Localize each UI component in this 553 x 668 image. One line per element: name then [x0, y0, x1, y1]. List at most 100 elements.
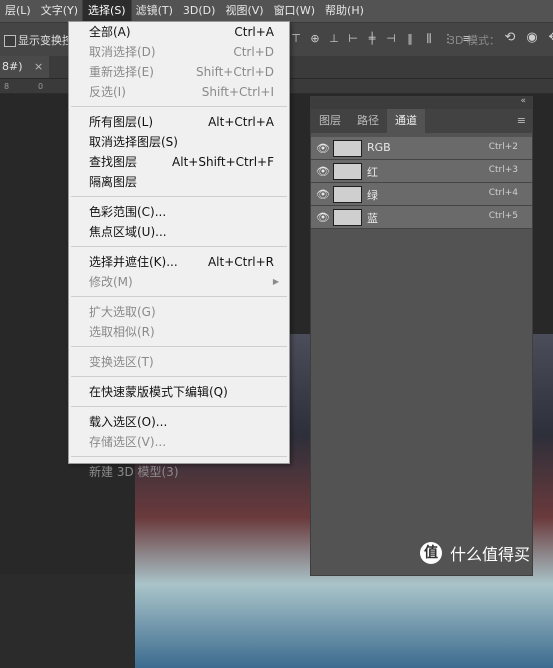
select-menu-item[interactable]: 反选(I) Shift+Ctrl+I — [69, 82, 289, 102]
select-menu-item[interactable]: 重新选择(E) Shift+Ctrl+D — [69, 62, 289, 82]
select-menu-item[interactable]: 色彩范围(C)... — [69, 202, 289, 222]
distribute-icon[interactable]: ‖ — [404, 31, 416, 47]
menu-item[interactable]: 3D(D) — [178, 0, 221, 22]
menu-item[interactable]: 文字(Y) — [36, 0, 83, 22]
mode-3d-label: 3D 模式： — [448, 34, 500, 47]
channel-row[interactable]: 👁 绿 Ctrl+4 — [311, 183, 532, 206]
panel-header-strip: « — [311, 96, 532, 109]
shortcut-label: Shift+Ctrl+D — [196, 65, 274, 79]
menu-item[interactable]: 滤镜(T) — [131, 0, 178, 22]
panel-tabs: 图层 路径 通道 ≡ — [311, 109, 532, 133]
select-menu-item[interactable]: 扩大选取(G) — [69, 302, 289, 322]
select-menu-item-label: 选取相似(R) — [89, 325, 155, 339]
select-menu-item[interactable]: 取消选择图层(S) — [69, 132, 289, 152]
align-bottom-icon[interactable]: ⊥ — [328, 31, 340, 47]
menu-item[interactable]: 窗口(W) — [269, 0, 320, 22]
channels-panel: « 图层 路径 通道 ≡ 👁 RGB Ctrl+2 👁 红 Ctrl+3 👁 绿 Ctrl+4 👁 蓝 Ct… — [310, 96, 533, 576]
panel-tab[interactable]: 路径 — [349, 109, 387, 133]
channel-list: 👁 RGB Ctrl+2 👁 红 Ctrl+3 👁 绿 Ctrl+4 👁 蓝 Ctrl+5 — [311, 137, 532, 229]
drag-3d-icon[interactable]: ✥ — [547, 30, 553, 46]
select-menu-item[interactable]: 载入选区(O)... — [69, 412, 289, 432]
channel-row[interactable]: 👁 红 Ctrl+3 — [311, 160, 532, 183]
align-buttons: ⊤ ⊕ ⊥ ⊢ ╪ ⊣ ‖ ⫼ ⋮ ≡ — [290, 31, 473, 47]
select-menu-item-label: 隔离图层 — [89, 175, 138, 189]
panel-tab[interactable]: 通道 — [387, 109, 425, 133]
align-hcenter-icon[interactable]: ╪ — [366, 31, 378, 47]
channel-name: 蓝 — [367, 212, 378, 225]
document-tab-label: 8#) — [2, 60, 23, 73]
menu-item[interactable]: 帮助(H) — [320, 0, 369, 22]
align-top-icon[interactable]: ⊤ — [290, 31, 302, 47]
watermark-badge: 值 — [420, 542, 442, 564]
select-menu-item-label: 重新选择(E) — [89, 65, 154, 79]
channel-shortcut: Ctrl+4 — [488, 188, 518, 198]
select-menu-item[interactable]: 在快速蒙版模式下编辑(Q) — [69, 382, 289, 402]
select-menu-item-label: 取消选择图层(S) — [89, 135, 178, 149]
channel-name: RGB — [367, 141, 391, 154]
shortcut-label: Ctrl+D — [233, 45, 274, 59]
menu-separator — [71, 196, 287, 197]
roll-3d-icon[interactable]: ◉ — [525, 30, 539, 46]
menu-separator — [71, 296, 287, 297]
channel-thumbnail — [333, 163, 362, 180]
panel-tab[interactable]: 图层 — [311, 109, 349, 133]
select-menu-item[interactable]: 隔离图层 — [69, 172, 289, 192]
channel-shortcut: Ctrl+2 — [488, 142, 518, 152]
select-menu-item[interactable]: 存储选区(V)... — [69, 432, 289, 452]
show-transform-checkbox[interactable] — [4, 35, 16, 47]
select-menu-item[interactable]: 修改(M) ▶ — [69, 272, 289, 292]
rotate-3d-icon[interactable]: ⟲ — [503, 30, 517, 46]
menu-bar: 层(L) 文字(Y) 选择(S) 滤镜(T) 3D(D) 视图(V) 窗口(W) 帮助(H) — [0, 0, 553, 23]
eye-icon[interactable]: 👁 — [316, 142, 330, 155]
select-menu-dropdown: 全部(A) Ctrl+A 取消选择(D) Ctrl+D 重新选择(E) Shift+Ctr… — [68, 21, 290, 479]
channel-name: 绿 — [367, 189, 378, 202]
select-menu-item-label: 扩大选取(G) — [89, 305, 156, 319]
menu-item[interactable]: 视图(V) — [220, 0, 268, 22]
channel-row[interactable]: 👁 蓝 Ctrl+5 — [311, 206, 532, 229]
select-menu-item[interactable]: 取消选择(D) Ctrl+D — [69, 42, 289, 62]
channel-row[interactable]: 👁 RGB Ctrl+2 — [311, 137, 532, 160]
submenu-arrow-icon: ▶ — [272, 277, 279, 286]
document-tab[interactable]: 8#) × — [0, 56, 50, 78]
select-menu-item-label: 新建 3D 模型(3) — [89, 465, 179, 479]
menu-item[interactable]: 选择(S) — [82, 0, 132, 23]
eye-icon[interactable]: 👁 — [316, 211, 330, 224]
close-icon[interactable]: × — [34, 60, 43, 73]
select-menu-item-label: 焦点区域(U)... — [89, 225, 167, 239]
ruler-tick: 8 — [4, 82, 10, 91]
panel-menu-icon[interactable]: ≡ — [517, 114, 526, 127]
watermark: 值 什么值得买 — [420, 541, 530, 565]
eye-icon[interactable]: 👁 — [316, 165, 330, 178]
show-transform-label[interactable]: 显示变换控 — [18, 32, 73, 48]
distribute-h-icon[interactable]: ⫼ — [423, 31, 435, 47]
select-menu-item[interactable]: 所有图层(L) Alt+Ctrl+A — [69, 112, 289, 132]
select-menu-item[interactable]: 选取相似(R) — [69, 322, 289, 342]
select-menu-item-label: 色彩范围(C)... — [89, 205, 167, 219]
select-menu-item-label: 全部(A) — [89, 25, 131, 39]
shortcut-label: Alt+Ctrl+A — [208, 115, 274, 129]
menu-separator — [71, 246, 287, 247]
select-menu-item[interactable]: 焦点区域(U)... — [69, 222, 289, 242]
select-menu-item-label: 查找图层 — [89, 155, 138, 169]
eye-icon[interactable]: 👁 — [316, 188, 330, 201]
align-vcenter-icon[interactable]: ⊕ — [309, 31, 321, 47]
select-menu-item[interactable]: 查找图层 Alt+Shift+Ctrl+F — [69, 152, 289, 172]
align-right-icon[interactable]: ⊣ — [385, 31, 397, 47]
select-menu-item[interactable]: 变换选区(T) — [69, 352, 289, 372]
align-left-icon[interactable]: ⊢ — [347, 31, 359, 47]
select-menu-item-label: 在快速蒙版模式下编辑(Q) — [89, 385, 228, 399]
select-menu-item-label: 选择并遮住(K)... — [89, 255, 178, 269]
collapse-icon[interactable]: « — [520, 96, 526, 106]
menu-separator — [71, 376, 287, 377]
select-menu-item[interactable]: 全部(A) Ctrl+A — [69, 22, 289, 42]
menu-separator — [71, 456, 287, 457]
select-menu-item[interactable]: 新建 3D 模型(3) — [69, 462, 289, 482]
3d-mode-icons: ⟲ ◉ ✥ — [503, 30, 553, 46]
ruler-tick: 0 — [38, 82, 44, 91]
menu-item[interactable]: 层(L) — [0, 0, 36, 22]
menu-separator — [71, 106, 287, 107]
shortcut-label: Ctrl+A — [234, 25, 274, 39]
select-menu-item-label: 取消选择(D) — [89, 45, 156, 59]
select-menu-item[interactable]: 选择并遮住(K)... Alt+Ctrl+R — [69, 252, 289, 272]
select-menu-item-label: 载入选区(O)... — [89, 415, 168, 429]
